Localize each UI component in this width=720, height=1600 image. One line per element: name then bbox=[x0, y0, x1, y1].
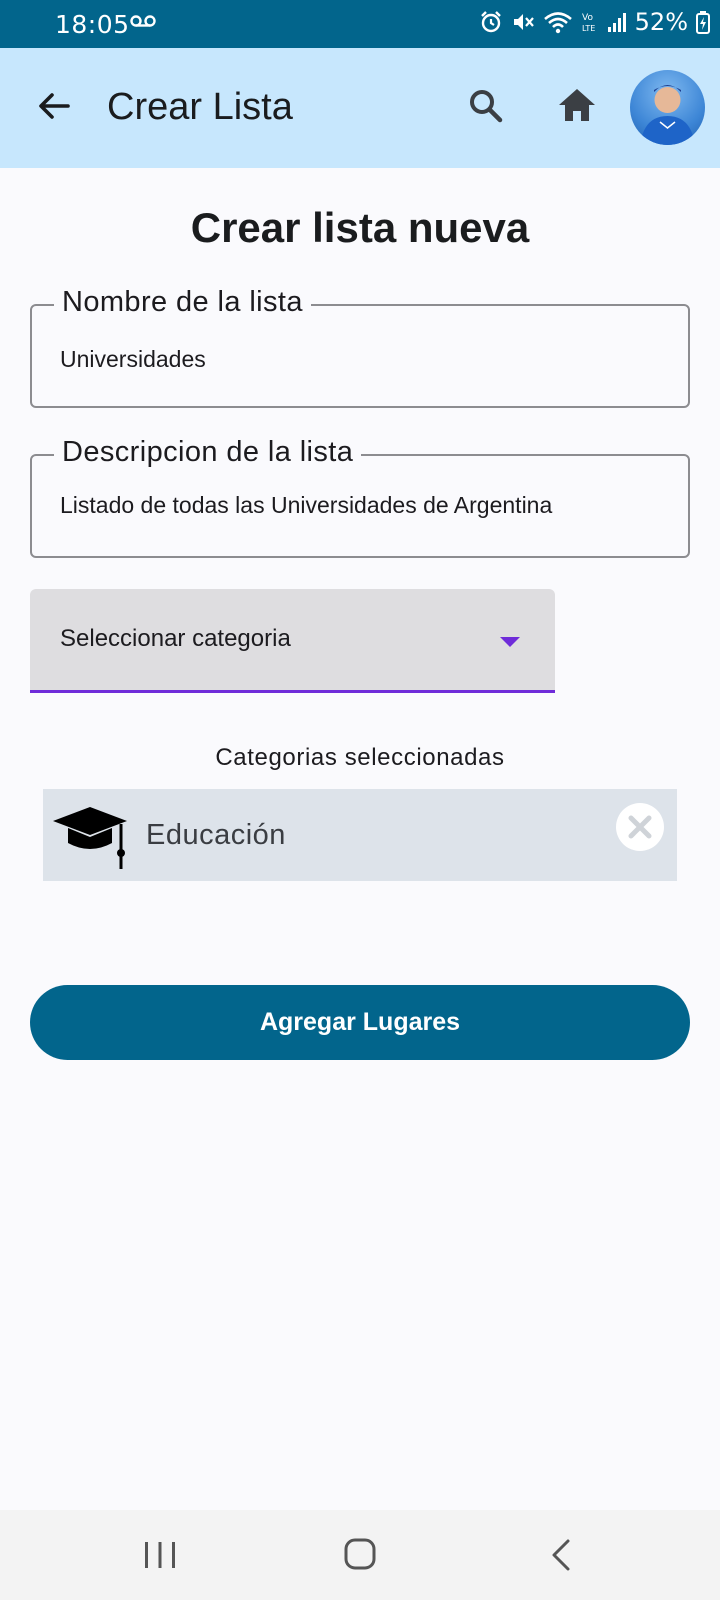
system-nav-bar bbox=[0, 1510, 720, 1600]
alarm-icon bbox=[480, 11, 501, 33]
home-nav-icon[interactable] bbox=[343, 1537, 377, 1571]
graduation-cap-icon bbox=[53, 807, 127, 869]
avatar-image bbox=[640, 85, 695, 145]
status-bar: 18:05 Vo LTE 52% bbox=[0, 0, 720, 48]
status-time: 18:05 bbox=[55, 10, 130, 39]
page-title: Crear lista nueva bbox=[190, 204, 530, 251]
add-places-button[interactable]: Agregar Lugares bbox=[30, 985, 690, 1060]
recents-icon[interactable] bbox=[143, 1540, 177, 1570]
app-bar: Crear Lista bbox=[0, 48, 720, 168]
wifi-icon bbox=[543, 12, 572, 34]
category-chip: Educación bbox=[43, 789, 677, 881]
dropdown-arrow-icon bbox=[500, 637, 520, 647]
list-description-input[interactable]: Listado de todas las Universidades de Ar… bbox=[60, 492, 552, 519]
svg-text:LTE: LTE bbox=[582, 24, 595, 33]
signal-icon bbox=[607, 13, 626, 32]
app-bar-title: Crear Lista bbox=[107, 86, 293, 128]
user-avatar[interactable] bbox=[630, 70, 705, 145]
close-icon bbox=[628, 815, 652, 839]
category-select-label: Seleccionar categoria bbox=[60, 625, 291, 652]
battery-charging-icon bbox=[696, 11, 710, 34]
svg-text:Vo: Vo bbox=[582, 13, 593, 23]
list-name-input[interactable]: Universidades bbox=[60, 346, 206, 373]
voicemail-icon bbox=[130, 15, 156, 27]
battery-percentage: 52% bbox=[634, 8, 688, 36]
list-description-field[interactable]: Descripcion de la lista Listado de todas… bbox=[30, 436, 690, 558]
list-name-label: Nombre de la lista bbox=[54, 286, 311, 319]
back-arrow-icon[interactable] bbox=[34, 86, 74, 126]
category-select[interactable]: Seleccionar categoria bbox=[30, 589, 555, 693]
selected-categories-heading: Categorias seleccionadas bbox=[215, 744, 505, 771]
list-description-label: Descripcion de la lista bbox=[54, 436, 362, 469]
mute-icon bbox=[513, 14, 534, 30]
list-name-field[interactable]: Nombre de la lista Universidades bbox=[30, 286, 690, 408]
back-nav-icon[interactable] bbox=[548, 1538, 574, 1572]
search-icon[interactable] bbox=[466, 86, 506, 126]
remove-category-button[interactable] bbox=[616, 803, 664, 851]
home-icon[interactable] bbox=[556, 84, 598, 126]
category-chip-label: Educación bbox=[146, 819, 286, 851]
volte-icon: Vo LTE bbox=[582, 13, 595, 33]
status-icons: Vo LTE 52% bbox=[479, 8, 710, 36]
